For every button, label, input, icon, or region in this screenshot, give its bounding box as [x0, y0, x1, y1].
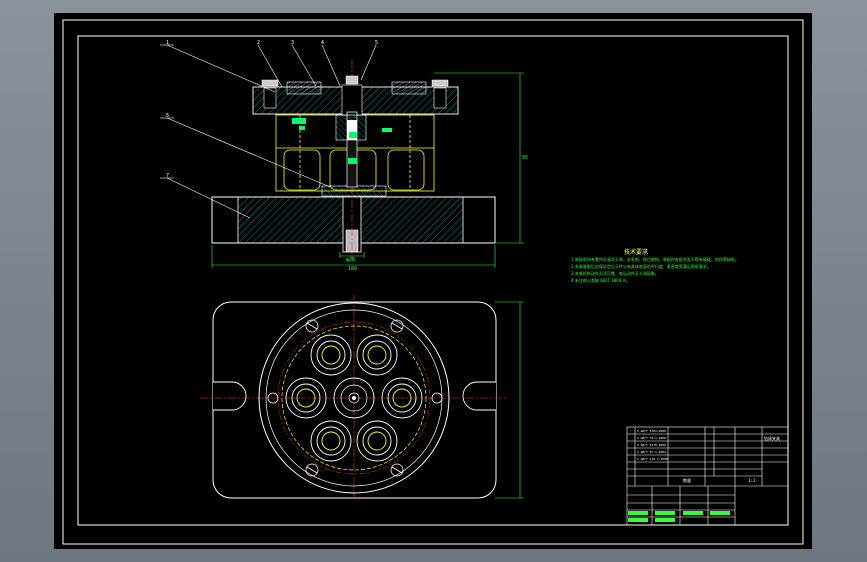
balloon-5: 5 — [375, 40, 379, 46]
title-block-qty-header: 数量 — [683, 478, 691, 483]
tech-req-line: 4.未注明公差按 GB/T 1804-m。 — [571, 278, 631, 283]
tech-req-line: 2.夹具装配后应保证定位元件与夹具体底面的平行度、垂直度等满足图纸要求。 — [571, 264, 711, 269]
cad-viewport: 1 2 3 4 5 6 7 95 180 φ28 技术要求 1.装配前所有零件应… — [0, 0, 867, 562]
balloon-2: 2 — [257, 40, 261, 46]
tech-req-title: 技术要求 — [624, 249, 649, 256]
dim-bore: φ28 — [346, 257, 356, 263]
balloon-7: 7 — [166, 173, 170, 179]
balloon-6: 6 — [166, 113, 170, 119]
title-block-row: 3 GB/T 6170-2000 — [637, 443, 666, 447]
balloon-3: 3 — [291, 40, 295, 46]
title-block-row: 2 GB/T 97.1-2002 — [637, 450, 666, 454]
tech-req-line: 3.夹紧机构动作灵活可靠，各运动件无卡滞现象。 — [571, 271, 659, 276]
drawing-canvas[interactable] — [0, 0, 867, 562]
balloon-4: 4 — [321, 40, 325, 46]
title-block-title: 钻床夹具 — [764, 436, 780, 441]
balloon-1: 1 — [166, 40, 170, 46]
title-block-scale: 1:1 — [748, 478, 756, 483]
title-block-row: 1 GB/T 119.1-2000 — [637, 457, 668, 461]
dim-width: 180 — [348, 266, 358, 272]
title-block-row: 4 GB/T 70.1-2000 — [637, 436, 666, 440]
tech-req-line: 1.装配前所有零件应清洗干净，去毛刺、锐边倒钝。装配时各配合面不得有磕碰、划伤等… — [571, 257, 739, 262]
dim-height: 95 — [522, 155, 529, 161]
title-block-row: 5 GB/T 5783-2000 — [637, 429, 666, 433]
